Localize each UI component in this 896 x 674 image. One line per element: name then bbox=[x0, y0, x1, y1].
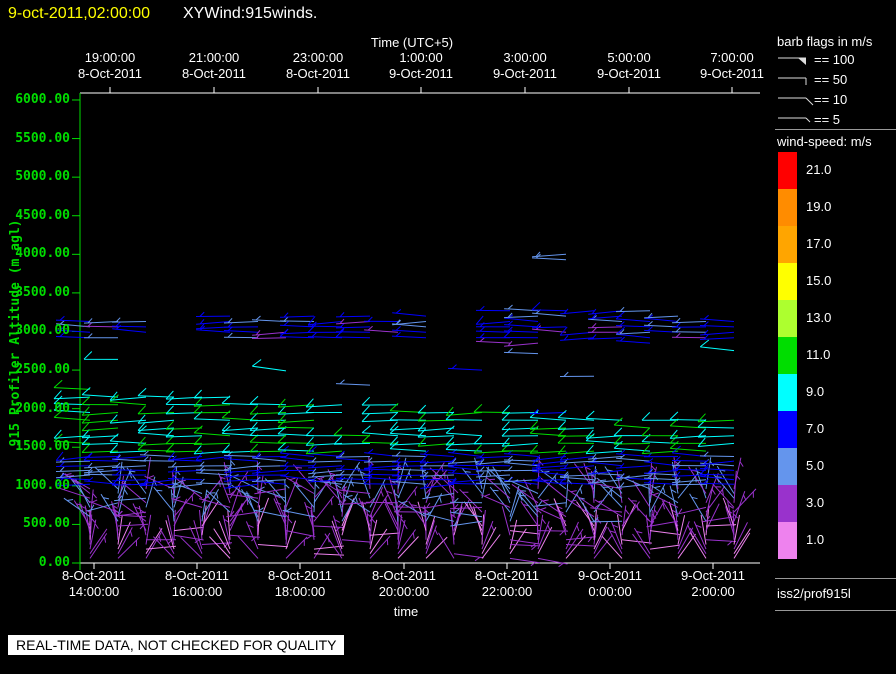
barb-half-icon bbox=[778, 117, 811, 123]
left-tick-label: 3000.00 bbox=[15, 323, 70, 338]
barb-50-icon bbox=[778, 77, 807, 85]
barb-legend-label: == 100 bbox=[814, 52, 855, 67]
barb-legend-title: barb flags in m/s bbox=[777, 34, 873, 49]
colorbar-value-label: 13.0 bbox=[806, 310, 832, 325]
wind-barbs bbox=[53, 251, 757, 568]
colorbar-segment bbox=[778, 226, 797, 263]
bottom-tick-label: 8-Oct-2011 18:00:00 bbox=[267, 568, 333, 599]
profiler-display: 9-oct-2011,02:00:00 XYWind:915winds. Tim… bbox=[0, 0, 896, 674]
title-timestamp: 9-oct-2011,02:00:00 bbox=[8, 5, 151, 22]
colorbar-value-label: 19.0 bbox=[806, 199, 832, 214]
data-source-label: iss2/prof915l bbox=[777, 586, 851, 601]
left-tick-label: 0.00 bbox=[38, 555, 70, 570]
bottom-tick-label: 8-Oct-2011 20:00:00 bbox=[371, 568, 437, 599]
left-tick-label: 4500.00 bbox=[15, 208, 70, 223]
top-tick-label: 5:00:00 9-Oct-2011 bbox=[596, 50, 662, 81]
bottom-tick-label: 8-Oct-2011 16:00:00 bbox=[164, 568, 230, 599]
colorbar-value-label: 9.0 bbox=[806, 384, 825, 399]
bottom-axis-title: time bbox=[393, 604, 419, 619]
colorbar-title: wind-speed: m/s bbox=[777, 134, 872, 149]
divider bbox=[775, 578, 896, 579]
colorbar-value-label: 11.0 bbox=[806, 347, 831, 362]
left-tick-label: 2500.00 bbox=[15, 362, 70, 377]
divider bbox=[775, 129, 896, 130]
colorbar-value-label: 21.0 bbox=[806, 162, 832, 177]
left-tick-label: 3500.00 bbox=[15, 285, 70, 300]
colorbar-segment bbox=[778, 522, 797, 559]
colorbar-segment bbox=[778, 263, 797, 300]
colorbar-value-label: 1.0 bbox=[806, 532, 825, 547]
top-tick-label: 3:00:00 9-Oct-2011 bbox=[492, 50, 558, 81]
colorbar-segment bbox=[778, 152, 797, 189]
colorbar-value-label: 17.0 bbox=[806, 236, 832, 251]
top-tick-label: 21:00:00 8-Oct-2011 bbox=[181, 50, 247, 81]
left-tick-label: 500.00 bbox=[23, 516, 70, 531]
bottom-tick-label: 8-Oct-2011 14:00:00 bbox=[61, 568, 127, 599]
colorbar-segment bbox=[778, 448, 797, 485]
top-tick-label: 19:00:00 8-Oct-2011 bbox=[77, 50, 143, 81]
colorbar-value-label: 7.0 bbox=[806, 421, 825, 436]
colorbar-segment bbox=[778, 189, 797, 226]
top-tick-label: 1:00:00 9-Oct-2011 bbox=[388, 50, 454, 81]
left-tick-label: 5000.00 bbox=[15, 169, 70, 184]
barb-legend-label: == 10 bbox=[814, 92, 848, 107]
colorbar-segment bbox=[778, 374, 797, 411]
left-tick-label: 6000.00 bbox=[15, 92, 70, 107]
bottom-tick-label: 9-Oct-2011 0:00:00 bbox=[577, 568, 643, 599]
bottom-tick-label: 9-Oct-2011 2:00:00 bbox=[680, 568, 746, 599]
top-tick-label: 7:00:00 9-Oct-2011 bbox=[699, 50, 765, 81]
page-title: XYWind:915winds. bbox=[183, 5, 318, 22]
colorbar-segment bbox=[778, 485, 797, 522]
axes bbox=[72, 87, 760, 570]
barb-full-icon bbox=[778, 97, 814, 106]
bottom-tick-label: 8-Oct-2011 22:00:00 bbox=[474, 568, 540, 599]
left-tick-label: 5500.00 bbox=[15, 131, 70, 146]
colorbar-value-label: 15.0 bbox=[806, 273, 832, 288]
colorbar-segment bbox=[778, 411, 797, 448]
quality-warning-banner: REAL-TIME DATA, NOT CHECKED FOR QUALITY bbox=[8, 635, 345, 655]
top-axis-title: Time (UTC+5) bbox=[370, 35, 454, 50]
colorbar-value-label: 3.0 bbox=[806, 495, 825, 510]
barb-legend-label: == 5 bbox=[814, 112, 841, 127]
colorbar-segment bbox=[778, 337, 797, 374]
barb-legend-label: == 50 bbox=[814, 72, 848, 87]
top-tick-label: 23:00:00 8-Oct-2011 bbox=[285, 50, 351, 81]
divider bbox=[775, 610, 896, 611]
left-tick-label: 1000.00 bbox=[15, 478, 70, 493]
left-tick-label: 1500.00 bbox=[15, 439, 70, 454]
colorbar-segment bbox=[778, 300, 797, 337]
left-tick-label: 4000.00 bbox=[15, 246, 70, 261]
pennant-icon bbox=[778, 57, 806, 65]
left-tick-label: 2000.00 bbox=[15, 401, 70, 416]
colorbar-value-label: 5.0 bbox=[806, 458, 825, 473]
